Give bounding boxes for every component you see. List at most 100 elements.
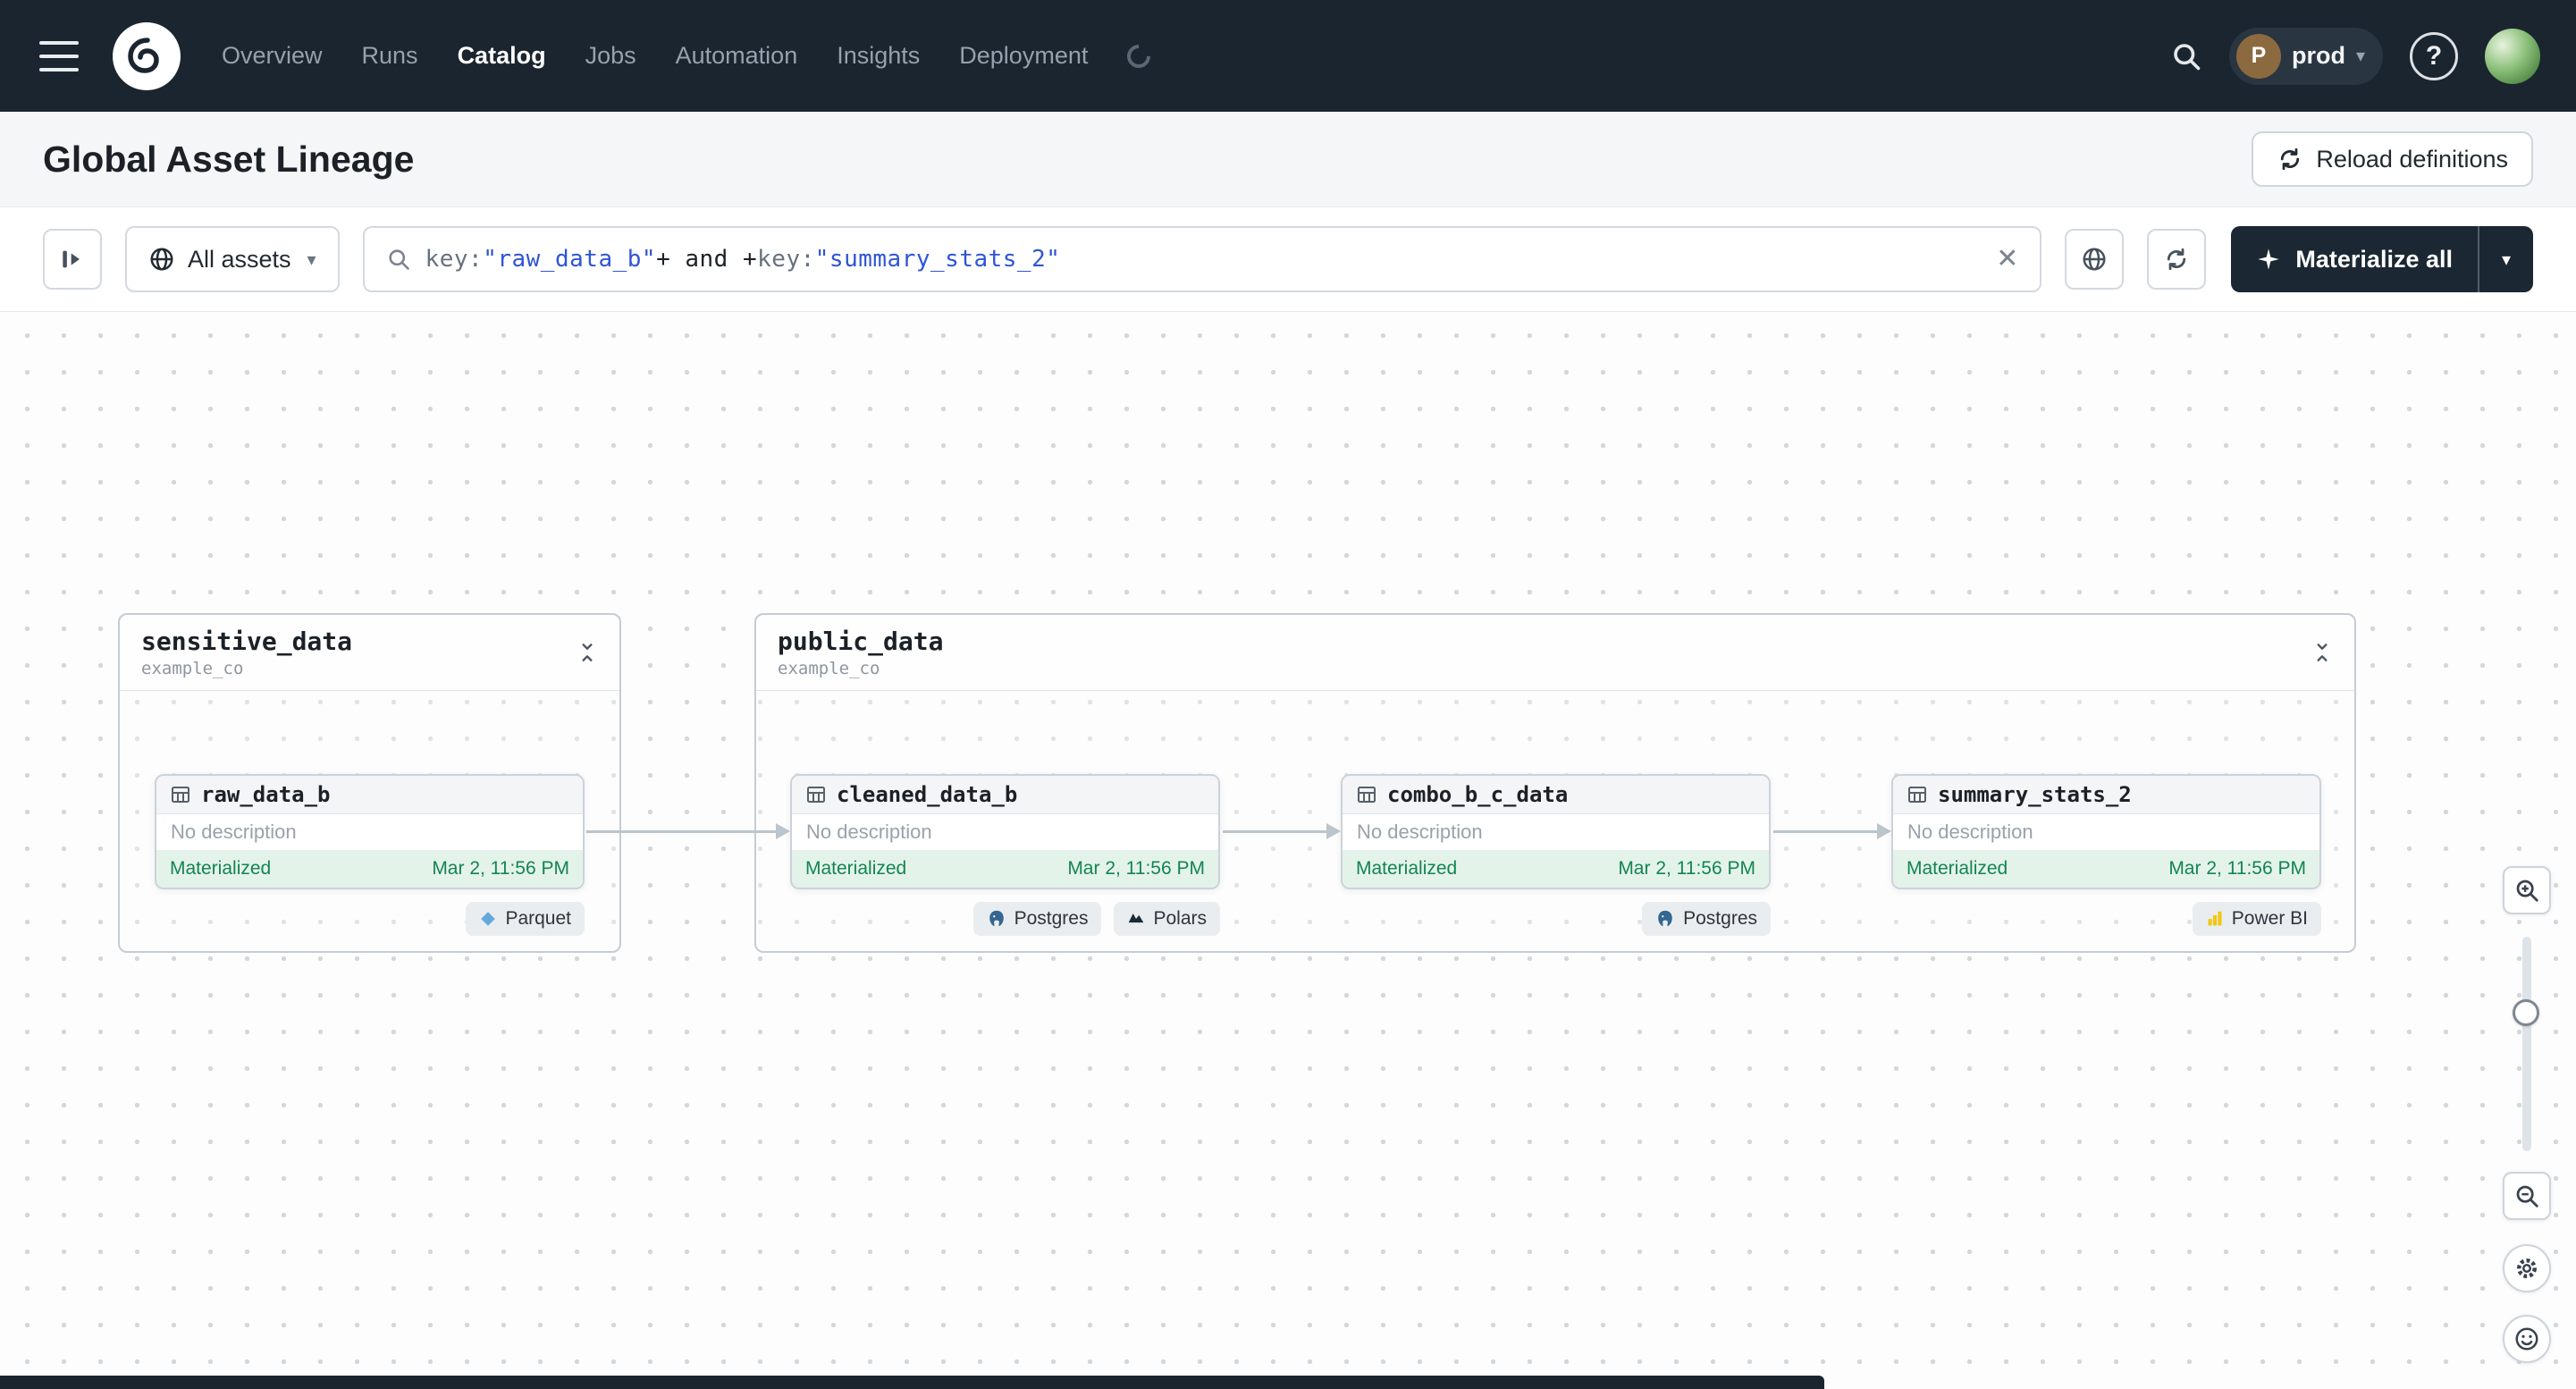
zoom-out-button[interactable] bbox=[2503, 1172, 2551, 1220]
close-icon: ✕ bbox=[1996, 244, 2019, 274]
query-token: key: bbox=[425, 246, 484, 273]
nav-item-overview[interactable]: Overview bbox=[222, 42, 323, 70]
navbar-right-cluster: P prod ▾ ? bbox=[2170, 27, 2540, 85]
query-token: "summary_stats_2" bbox=[814, 246, 1061, 273]
asset-description: No description bbox=[171, 821, 297, 843]
dagster-logo-icon bbox=[128, 37, 159, 73]
bottom-drawer-handle[interactable] bbox=[0, 1376, 1824, 1389]
reload-definitions-button[interactable]: Reload definitions bbox=[2252, 131, 2533, 187]
feedback-button[interactable] bbox=[2503, 1315, 2551, 1363]
hamburger-menu-button[interactable] bbox=[36, 38, 82, 74]
materialization-timestamp: Mar 2, 11:56 PM bbox=[432, 858, 569, 879]
query-token: + bbox=[743, 246, 758, 273]
kind-badge-label: Polars bbox=[1153, 908, 1207, 929]
status-badge: Materialized bbox=[170, 858, 272, 879]
query-token: + bbox=[656, 246, 671, 273]
kind-badge-postgres[interactable]: Postgres bbox=[1642, 902, 1771, 936]
refresh-button[interactable] bbox=[2147, 229, 2207, 290]
asset-scope-label: All assets bbox=[188, 245, 291, 273]
asset-node-header: combo_b_c_data bbox=[1343, 776, 1769, 814]
collapse-icon bbox=[582, 644, 593, 661]
chevron-down-icon: ▾ bbox=[307, 249, 316, 270]
page-header: Global Asset Lineage Reload definitions bbox=[0, 112, 2576, 207]
asset-kind-badges: Postgres Polars bbox=[790, 902, 1220, 936]
asset-status-row: Materialized Mar 2, 11:56 PM bbox=[792, 850, 1218, 888]
group-header: sensitive_data example_co bbox=[120, 615, 619, 691]
asset-description: No description bbox=[1907, 821, 2033, 843]
panel-toggle-icon bbox=[63, 250, 80, 268]
kind-badge-postgres[interactable]: Postgres bbox=[972, 902, 1102, 936]
kind-badge-parquet[interactable]: Parquet bbox=[466, 902, 585, 936]
query-token: key: bbox=[757, 246, 815, 273]
asset-node-combo-b-c-data[interactable]: combo_b_c_data No description Materializ… bbox=[1341, 774, 1771, 889]
zoom-slider-handle[interactable] bbox=[2513, 999, 2539, 1026]
asset-kind-badges: Power BI bbox=[1891, 902, 2321, 936]
asset-node-header: cleaned_data_b bbox=[792, 776, 1218, 814]
chevron-down-icon: ▾ bbox=[2355, 46, 2365, 66]
collapse-group-button[interactable] bbox=[569, 635, 605, 670]
nav-item-deployment[interactable]: Deployment bbox=[959, 42, 1088, 70]
primary-nav: Overview Runs Catalog Jobs Automation In… bbox=[222, 39, 1156, 72]
help-button[interactable]: ? bbox=[2410, 31, 2458, 80]
deployment-switcher[interactable]: P prod ▾ bbox=[2228, 27, 2383, 85]
nav-item-catalog[interactable]: Catalog bbox=[458, 42, 546, 70]
kind-badge-label: Postgres bbox=[1683, 908, 1757, 929]
powerbi-icon bbox=[2208, 911, 2222, 926]
postgres-icon bbox=[1658, 910, 1672, 927]
asset-selection-input[interactable]: key:"raw_data_b"+ and +key:"summary_stat… bbox=[362, 226, 2042, 292]
asset-node-raw-data-b[interactable]: raw_data_b No description Materialized M… bbox=[155, 774, 585, 889]
materialize-all-split-button: Materialize all ▾ bbox=[2231, 226, 2533, 292]
top-navbar: Overview Runs Catalog Jobs Automation In… bbox=[0, 0, 2576, 112]
asset-name: combo_b_c_data bbox=[1387, 782, 1569, 807]
collapse-group-button[interactable] bbox=[2304, 635, 2340, 670]
kind-badge-polars[interactable]: Polars bbox=[1114, 902, 1220, 936]
lineage-toolbar: All assets ▾ key:"raw_data_b"+ and +key:… bbox=[0, 207, 2576, 312]
refresh-icon bbox=[2168, 248, 2186, 271]
group-code-location: example_co bbox=[778, 659, 880, 678]
graph-view-globe-button[interactable] bbox=[2065, 229, 2125, 290]
status-badge: Materialized bbox=[1907, 858, 2008, 879]
clear-query-button[interactable]: ✕ bbox=[1996, 246, 2018, 273]
nav-item-automation[interactable]: Automation bbox=[676, 42, 798, 70]
asset-kind-badges: Parquet bbox=[155, 902, 585, 936]
materialize-all-button[interactable]: Materialize all bbox=[2231, 226, 2478, 292]
asset-node-summary-stats-2[interactable]: summary_stats_2 No description Materiali… bbox=[1891, 774, 2321, 889]
nav-item-runs[interactable]: Runs bbox=[362, 42, 418, 70]
global-search-button[interactable] bbox=[2170, 40, 2202, 72]
smiley-icon bbox=[2515, 1327, 2538, 1351]
kind-badge-label: Power BI bbox=[2231, 908, 2308, 929]
dagster-logo[interactable] bbox=[113, 21, 181, 90]
asset-kind-badges: Postgres bbox=[1341, 902, 1771, 936]
open-side-panel-button[interactable] bbox=[43, 229, 102, 290]
query-token: "raw_data_b" bbox=[483, 246, 657, 273]
asset-scope-dropdown[interactable]: All assets ▾ bbox=[125, 226, 340, 292]
user-avatar[interactable] bbox=[2485, 28, 2540, 84]
group-code-location: example_co bbox=[141, 659, 244, 678]
graph-settings-button[interactable] bbox=[2503, 1244, 2551, 1292]
asset-node-cleaned-data-b[interactable]: cleaned_data_b No description Materializ… bbox=[790, 774, 1220, 889]
chevron-down-icon: ▾ bbox=[2501, 249, 2512, 270]
asset-name: summary_stats_2 bbox=[1938, 782, 2132, 807]
postgres-icon bbox=[989, 910, 1004, 927]
kind-badge-powerbi[interactable]: Power BI bbox=[2192, 902, 2321, 936]
kind-badge-label: Postgres bbox=[1014, 908, 1089, 929]
group-title: public_data bbox=[778, 627, 944, 656]
lineage-edge bbox=[1223, 823, 1341, 839]
table-icon bbox=[1358, 787, 1376, 803]
zoom-in-icon bbox=[2516, 880, 2538, 902]
zoom-in-button[interactable] bbox=[2503, 866, 2551, 914]
materialization-timestamp: Mar 2, 11:56 PM bbox=[1618, 858, 1755, 879]
nav-item-insights[interactable]: Insights bbox=[837, 42, 920, 70]
zoom-slider[interactable] bbox=[2513, 937, 2539, 1151]
lineage-canvas[interactable]: sensitive_data example_co public_data ex… bbox=[0, 312, 2576, 1389]
asset-selection-query: key:"raw_data_b"+ and +key:"summary_stat… bbox=[425, 246, 1983, 273]
parquet-icon bbox=[481, 912, 496, 926]
asset-node-header: raw_data_b bbox=[156, 776, 583, 814]
materialize-options-caret[interactable]: ▾ bbox=[2478, 226, 2533, 292]
materialize-all-label: Materialize all bbox=[2295, 245, 2453, 273]
asset-node-header: summary_stats_2 bbox=[1893, 776, 2319, 814]
group-title: sensitive_data bbox=[141, 627, 353, 656]
asset-description: No description bbox=[806, 821, 932, 843]
deployment-name: prod bbox=[2291, 42, 2345, 69]
nav-item-jobs[interactable]: Jobs bbox=[585, 42, 636, 70]
